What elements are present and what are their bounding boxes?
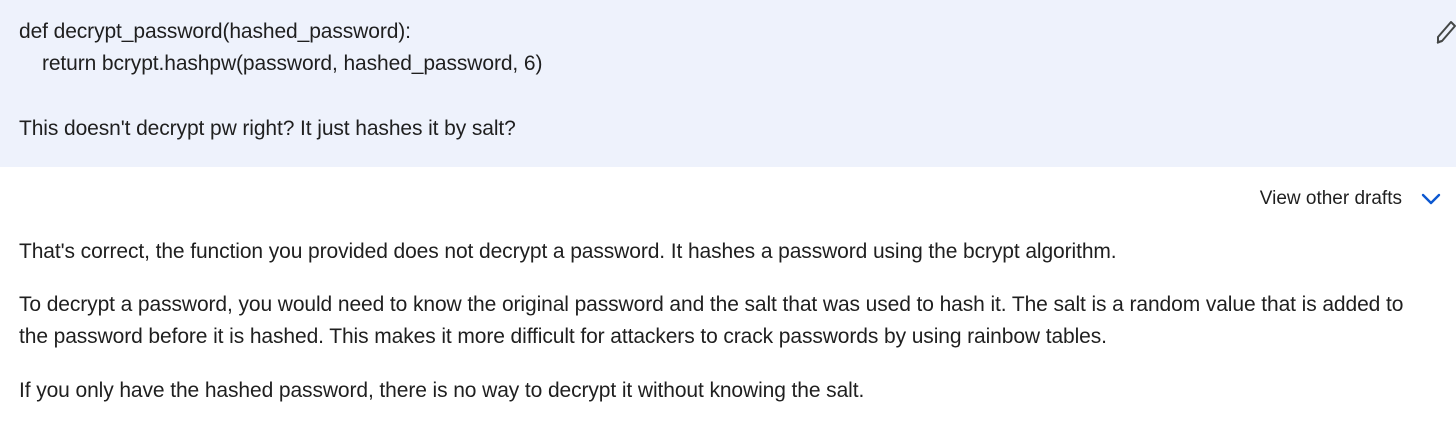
response-paragraph-2: To decrypt a password, you would need to… xyxy=(19,293,1404,348)
prompt-code-line-2: return bcrypt.hashpw(password, hashed_pa… xyxy=(19,52,543,75)
view-other-drafts-button[interactable]: View other drafts xyxy=(1260,185,1442,213)
chevron-down-icon xyxy=(1420,188,1442,210)
response-paragraph-3: If you only have the hashed password, th… xyxy=(19,379,865,402)
user-prompt-panel: def decrypt_password(hashed_password): r… xyxy=(0,0,1456,167)
view-other-drafts-label: View other drafts xyxy=(1259,188,1402,209)
prompt-question: This doesn't decrypt pw right? It just h… xyxy=(19,117,516,140)
pencil-icon[interactable] xyxy=(1434,18,1456,46)
response-paragraph-1: That's correct, the function you provide… xyxy=(19,240,1117,263)
prompt-code-line-1: def decrypt_password(hashed_password): xyxy=(19,20,411,43)
